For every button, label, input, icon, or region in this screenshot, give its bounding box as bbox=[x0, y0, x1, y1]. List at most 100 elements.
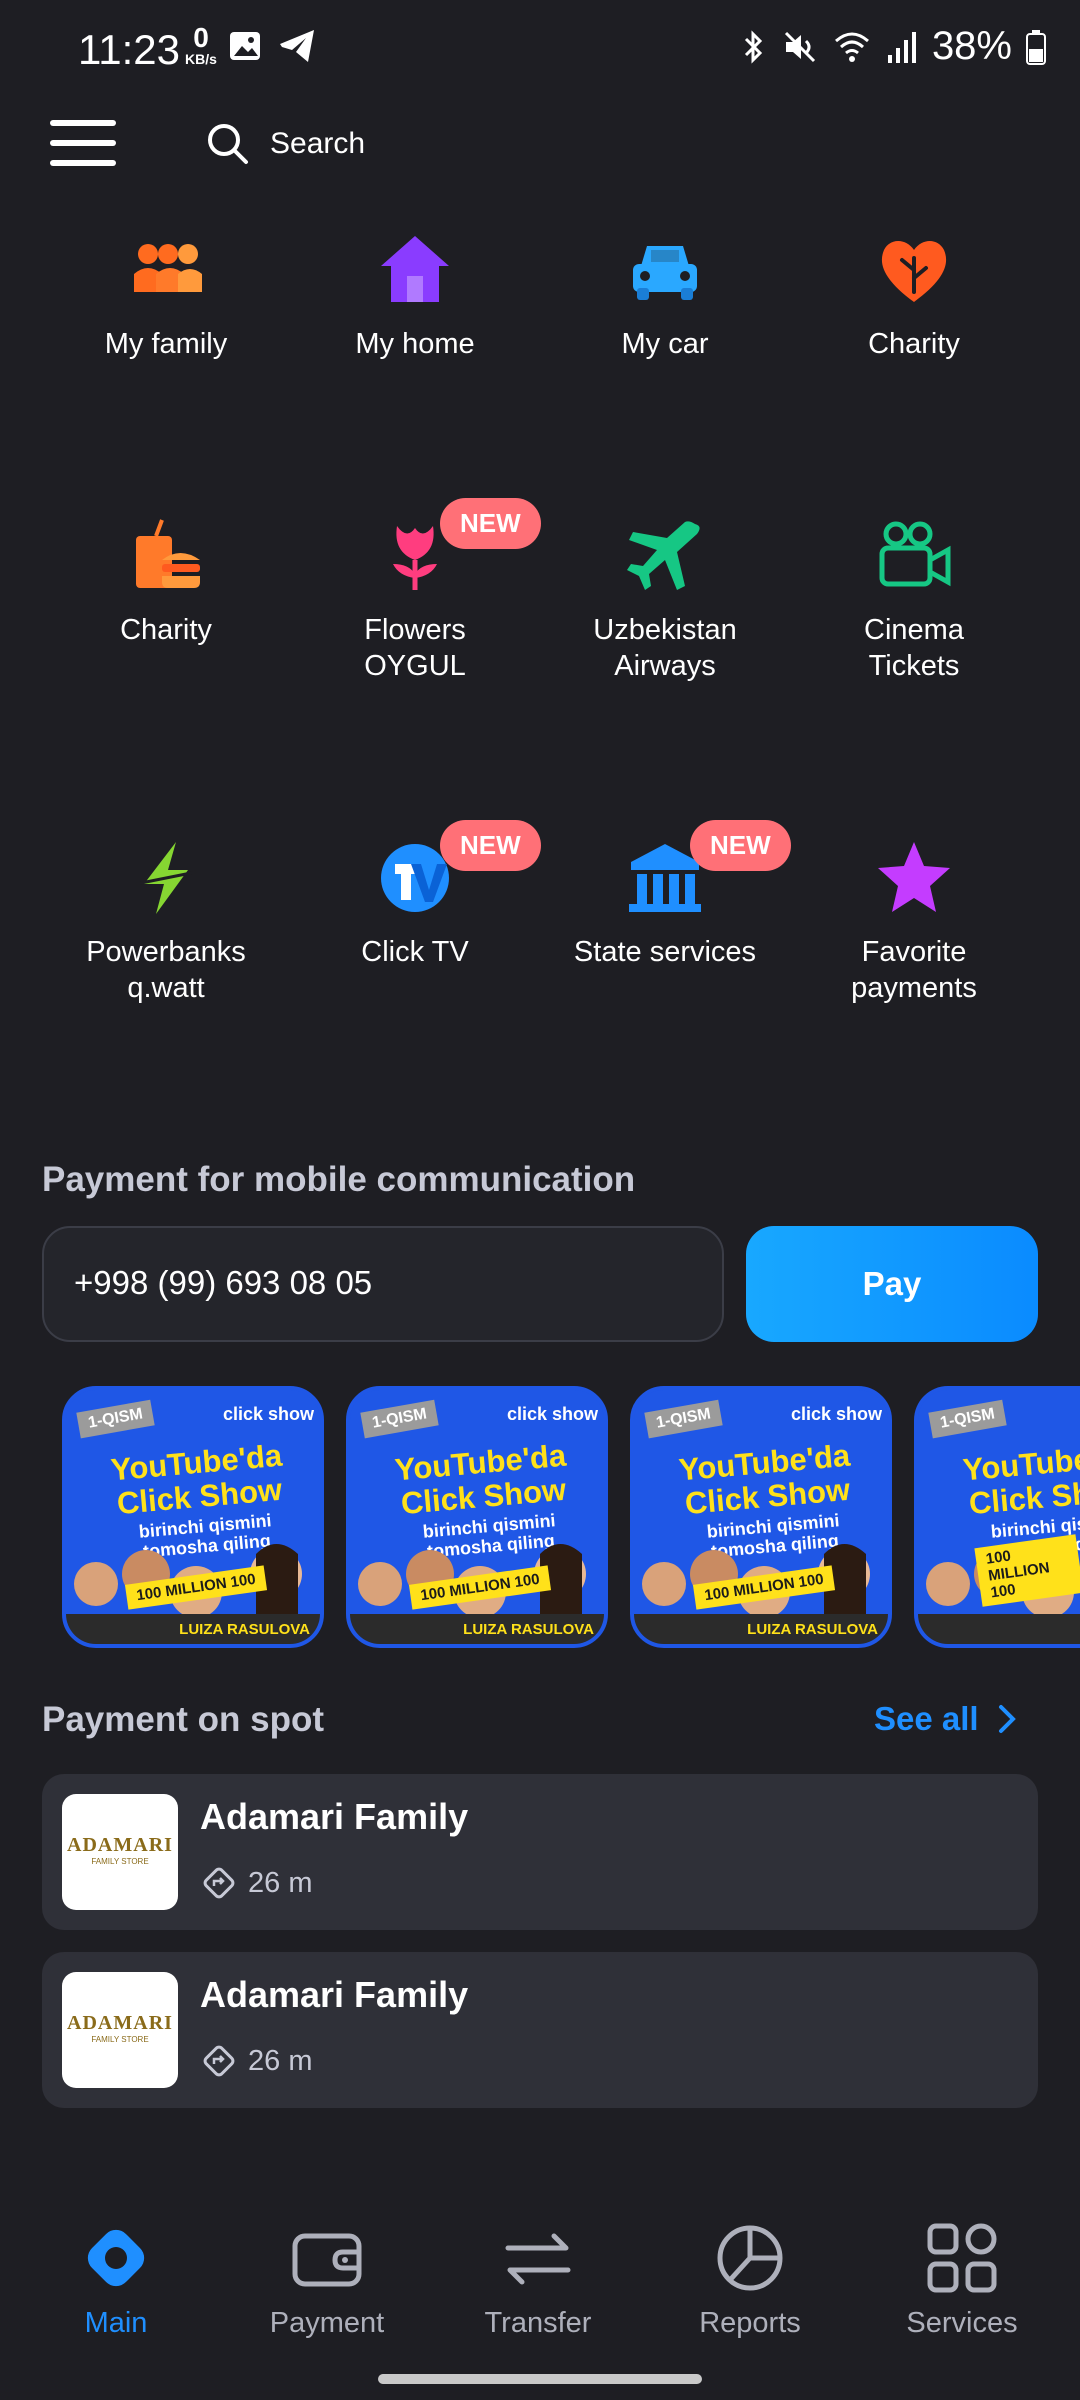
merchant-logo-text: ADAMARI bbox=[67, 1834, 173, 1856]
main-icon bbox=[87, 2229, 145, 2287]
pie-chart-icon bbox=[717, 2225, 783, 2291]
camera-icon bbox=[879, 521, 951, 587]
tile-favorite-payments[interactable]: Favorite payments bbox=[789, 838, 1039, 1058]
nav-reports[interactable]: Reports bbox=[650, 2200, 850, 2340]
banner-star-name: LUIZA RASULOVA bbox=[179, 1621, 310, 1638]
tile-label: Favorite payments bbox=[851, 936, 977, 1004]
tile-uzbekistan-airways[interactable]: Uzbekistan Airways bbox=[540, 516, 790, 736]
network-speed: 0 KB/s bbox=[178, 22, 224, 67]
heart-tree-icon bbox=[881, 241, 947, 302]
bottom-nav: Main Payment Transfer Reports Services bbox=[0, 2200, 1080, 2400]
status-time: 11:23 bbox=[78, 26, 180, 73]
new-badge: NEW bbox=[440, 820, 541, 871]
airplane-icon bbox=[627, 521, 700, 590]
banner-title: YouTube'da Click Show bbox=[961, 1437, 1080, 1522]
nav-label: Payment bbox=[269, 2307, 385, 2339]
burger-drink-icon bbox=[136, 519, 200, 588]
home-indicator[interactable] bbox=[378, 2374, 702, 2384]
tile-label: Uzbekistan Airways bbox=[593, 614, 737, 682]
nav-main[interactable]: Main bbox=[16, 2200, 216, 2340]
menu-icon-bar bbox=[50, 140, 116, 146]
merchant-logo: ADAMARI FAMILY STORE bbox=[62, 1794, 178, 1910]
status-bar: 11:23 0 KB/s 38% bbox=[0, 0, 1080, 100]
banner-tag: 1-QISM bbox=[360, 1399, 439, 1439]
battery-icon bbox=[1026, 29, 1046, 65]
promo-banner[interactable]: 1-QISM YouTube'da Click Show birinchi qi… bbox=[914, 1386, 1080, 1648]
search-icon bbox=[208, 124, 248, 164]
spot-card[interactable]: ADAMARI FAMILY STORE Adamari Family 26 m bbox=[42, 1952, 1038, 2108]
merchant-distance: 26 m bbox=[202, 2044, 312, 2078]
tile-powerbanks[interactable]: Powerbanks q.watt bbox=[41, 838, 291, 1058]
banner-star-name: LUIZA RASULOVA bbox=[463, 1621, 594, 1638]
nav-label: Reports bbox=[699, 2307, 801, 2339]
tile-label: State services bbox=[573, 936, 757, 968]
promo-banner[interactable]: 1-QISM click show YouTube'da Click Show … bbox=[62, 1386, 324, 1648]
tile-charity-food[interactable]: Charity bbox=[41, 516, 291, 736]
banner-logo: click show bbox=[506, 1404, 598, 1424]
nav-payment[interactable]: Payment bbox=[227, 2200, 427, 2340]
car-icon bbox=[633, 246, 697, 300]
star-icon bbox=[878, 842, 950, 912]
banner-star-name: LUIZA RASULOVA bbox=[747, 1621, 878, 1638]
nav-label: Main bbox=[84, 2307, 148, 2339]
see-all-label: See all bbox=[874, 1700, 979, 1737]
network-speed-value: 0 bbox=[193, 22, 209, 53]
phone-field-value: +998 (99) 693 08 05 bbox=[74, 1264, 373, 1301]
merchant-distance: 26 m bbox=[202, 1866, 312, 1900]
see-all-link[interactable]: See all bbox=[874, 1700, 1017, 1738]
search-button[interactable]: Search bbox=[206, 122, 365, 166]
new-badge: NEW bbox=[690, 820, 791, 871]
network-speed-unit: KB/s bbox=[185, 51, 217, 67]
tile-label: Click TV bbox=[361, 936, 469, 968]
tile-my-car[interactable]: My car bbox=[540, 230, 790, 450]
directions-icon bbox=[203, 2045, 235, 2077]
tile-label: Flowers OYGUL bbox=[364, 614, 466, 682]
promo-banner[interactable]: 1-QISM click show YouTube'da Click Show … bbox=[346, 1386, 608, 1648]
tile-label: My family bbox=[104, 328, 228, 360]
nav-services[interactable]: Services bbox=[862, 2200, 1062, 2340]
spot-title: Payment on spot bbox=[42, 1700, 324, 1739]
tile-label: Powerbanks q.watt bbox=[86, 936, 246, 1004]
battery-percent: 38% bbox=[931, 24, 1012, 68]
signal-icon bbox=[887, 31, 916, 63]
promo-banner[interactable]: 1-QISM click show YouTube'da Click Show … bbox=[630, 1386, 892, 1648]
tile-label: Charity bbox=[120, 614, 212, 646]
family-icon bbox=[134, 244, 202, 292]
merchant-name: Adamari Family bbox=[200, 1974, 469, 2015]
tile-state-services[interactable]: NEW State services bbox=[540, 820, 791, 1058]
tile-my-home[interactable]: My home bbox=[290, 230, 540, 450]
home-icon bbox=[381, 236, 449, 302]
spot-card[interactable]: ADAMARI FAMILY STORE Adamari Family 26 m bbox=[42, 1774, 1038, 1930]
nav-label: Services bbox=[906, 2307, 1018, 2339]
tile-cinema-tickets[interactable]: Cinema Tickets bbox=[789, 516, 1039, 736]
chevron-right-icon bbox=[998, 1705, 1016, 1733]
tile-label: My home bbox=[355, 328, 475, 360]
mute-icon bbox=[784, 31, 815, 62]
merchant-logo-subtext: FAMILY STORE bbox=[91, 2035, 149, 2044]
tile-label: Cinema Tickets bbox=[864, 614, 964, 682]
banner-tag: 1-QISM bbox=[928, 1399, 1007, 1439]
tile-label: Charity bbox=[868, 328, 960, 360]
banner-tag: 1-QISM bbox=[76, 1399, 155, 1439]
new-badge: NEW bbox=[440, 498, 541, 549]
tile-flowers-oygul[interactable]: NEW Flowers OYGUL bbox=[290, 498, 541, 736]
merchant-distance-value: 26 m bbox=[248, 2044, 313, 2077]
tile-charity[interactable]: Charity bbox=[789, 230, 1039, 450]
menu-button[interactable] bbox=[50, 120, 116, 170]
merchant-name: Adamari Family bbox=[200, 1796, 469, 1837]
phone-field[interactable]: +998 (99) 693 08 05 bbox=[42, 1226, 724, 1342]
nav-label: Transfer bbox=[484, 2307, 592, 2339]
merchant-distance-value: 26 m bbox=[248, 1866, 313, 1899]
banner-logo: click show bbox=[790, 1404, 882, 1424]
pay-button[interactable]: Pay bbox=[746, 1226, 1038, 1342]
merchant-logo-subtext: FAMILY STORE bbox=[91, 1857, 149, 1866]
tile-click-tv[interactable]: NEW Click TV bbox=[290, 820, 541, 1058]
search-label: Search bbox=[270, 127, 366, 160]
tile-my-family[interactable]: My family bbox=[41, 230, 291, 450]
lightning-icon bbox=[135, 842, 197, 914]
directions-icon bbox=[203, 1867, 235, 1899]
banner-logo: click show bbox=[222, 1404, 314, 1424]
grid-icon bbox=[927, 2223, 997, 2293]
wallet-icon bbox=[292, 2233, 362, 2287]
nav-transfer[interactable]: Transfer bbox=[438, 2200, 638, 2340]
